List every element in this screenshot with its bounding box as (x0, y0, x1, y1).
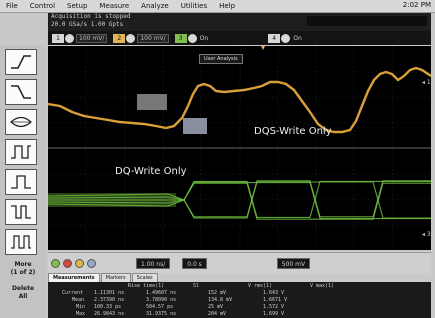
duty-cycle-icon (11, 205, 31, 219)
trigger-level-field[interactable]: 500 mV (276, 257, 311, 269)
cell: 26.9843 ns (94, 311, 125, 317)
channel-4-controls: 4 On (268, 33, 302, 43)
fall-edge-icon (11, 85, 31, 99)
channel-4-knob[interactable] (281, 33, 291, 43)
channel-3-ground-marker: ◂ 3 (422, 231, 431, 238)
cell: 25 mV (208, 304, 224, 310)
waveform-display[interactable]: ◂ 1 ◂ 3 User Analysis DQS-Write Only DQ-… (48, 46, 431, 250)
channel-1-scale-field[interactable]: 100 mV/ (76, 33, 108, 43)
menu-help[interactable]: Help (213, 2, 241, 10)
delay-field[interactable]: 0.0 s (182, 257, 207, 269)
channel-bar: 1 100 mV/ 2 100 mV/ 3 On 4 On (48, 31, 431, 45)
channel-3-on-label: On (199, 34, 209, 42)
measurement-marker-box-1 (137, 94, 167, 110)
row-label: Max (76, 311, 86, 317)
stop-icon[interactable] (63, 258, 72, 268)
channel-4-on-label: On (293, 34, 302, 42)
channel-2-ground-marker: ◂ 1 (422, 79, 431, 86)
header-v-rms: V rms(1) (248, 283, 273, 289)
run-icon[interactable] (51, 258, 60, 268)
period-icon (11, 145, 31, 159)
channel-1-controls: 1 100 mV/ (52, 33, 109, 43)
results-tabs: Measurements Markers Scales (48, 273, 159, 283)
cell: 1.49607 ns (146, 290, 177, 296)
delete-sub-label: All (18, 293, 28, 300)
frequency-icon (11, 235, 31, 249)
period-measure-button[interactable] (5, 139, 37, 165)
auto-scale-icon[interactable] (87, 258, 96, 268)
measurements-table: Rise time(1) Sl V rms(1) V max(1) Curren… (48, 282, 431, 318)
single-icon[interactable] (75, 258, 84, 268)
menu-bar: File Control Setup Measure Analyze Utili… (0, 0, 435, 13)
more-button[interactable]: More (1 of 2) (3, 261, 43, 277)
fall-edge-measure-button[interactable] (5, 79, 37, 105)
row-label: Min (76, 304, 86, 310)
cell: 100.33 ps (94, 304, 122, 310)
menu-utilities[interactable]: Utilities (175, 2, 213, 10)
channel-1-button[interactable]: 1 (52, 33, 64, 43)
rise-edge-measure-button[interactable] (5, 49, 37, 75)
cell: 504.57 ps (146, 304, 174, 310)
cell: 3.78090 ns (146, 297, 177, 303)
cell: 1.699 V (263, 311, 285, 317)
dqs-annotation: DQS-Write Only (254, 126, 332, 137)
trigger-position-marker (261, 46, 265, 50)
menu-measure[interactable]: Measure (93, 2, 135, 10)
cell: 152 mV (208, 290, 227, 296)
channel-1-scale-knob[interactable] (65, 33, 74, 43)
delete-label: Delete (11, 285, 35, 292)
cell: 204 mV (208, 311, 227, 317)
menu-analyze[interactable]: Analyze (135, 2, 175, 10)
waveform-graticule: ◂ 1 ◂ 3 (48, 46, 431, 250)
channel-3-knob[interactable] (187, 33, 197, 43)
pulse-width-icon (11, 175, 31, 189)
status-readout-panel (307, 16, 427, 26)
header-sl: Sl (193, 283, 200, 289)
cell: 134.8 mV (208, 297, 233, 303)
header-rise-time: Rise time(1) (128, 283, 165, 289)
channel-2-controls: 2 100 mV/ (113, 33, 170, 43)
cell: 1.6671 V (263, 297, 288, 303)
pulse-width-measure-button[interactable] (5, 169, 37, 195)
acquisition-status: Acquisition is stopped 20.0 GSa/s 1.00 G… (48, 13, 431, 31)
cell: 2.37390 ns (94, 297, 125, 303)
rise-edge-icon (11, 55, 31, 69)
more-label: More (14, 261, 32, 268)
horizontal-control-bar: 1.00 ns/ 0.0 s 500 mV (48, 252, 431, 273)
measurement-marker-box-2 (183, 118, 207, 134)
dq-idle-band (48, 193, 176, 207)
cell: 1.643 V (263, 290, 285, 296)
delete-all-button[interactable]: Delete All (3, 285, 43, 301)
cell: 1.11301 ns (94, 290, 125, 296)
menu-file[interactable]: File (0, 2, 24, 10)
dq-eye-diagram (48, 180, 431, 220)
cell: 1.572 V (263, 304, 285, 310)
channel-4-button[interactable]: 4 (268, 33, 281, 43)
channel-2-scale-knob[interactable] (126, 33, 136, 43)
menu-control[interactable]: Control (24, 2, 61, 10)
timebase-field[interactable]: 1.00 ns/ (136, 257, 171, 269)
channel-2-scale-field[interactable]: 100 mV/ (137, 33, 169, 43)
dq-annotation: DQ-Write Only (115, 166, 187, 177)
row-label: Mean (72, 297, 85, 303)
cell: 31.9375 ns (146, 311, 177, 317)
row-label: Current (62, 290, 84, 296)
eye-measure-button[interactable] (5, 109, 37, 135)
user-analysis-tag: User Analysis (199, 54, 243, 64)
frequency-measure-button[interactable] (5, 229, 37, 255)
channel-2-button[interactable]: 2 (113, 33, 126, 43)
eye-icon (10, 116, 32, 128)
menu-setup[interactable]: Setup (61, 2, 93, 10)
channel-3-button[interactable]: 3 (174, 33, 187, 43)
header-v-max: V max(1) (310, 283, 335, 289)
more-page-label: (1 of 2) (10, 269, 36, 276)
duty-cycle-measure-button[interactable] (5, 199, 37, 225)
channel-3-controls: 3 On (174, 33, 209, 43)
left-toolbar: More (1 of 2) Delete All (0, 45, 46, 318)
clock: 2:02 PM (402, 1, 431, 9)
dqs-waveform (48, 66, 431, 134)
